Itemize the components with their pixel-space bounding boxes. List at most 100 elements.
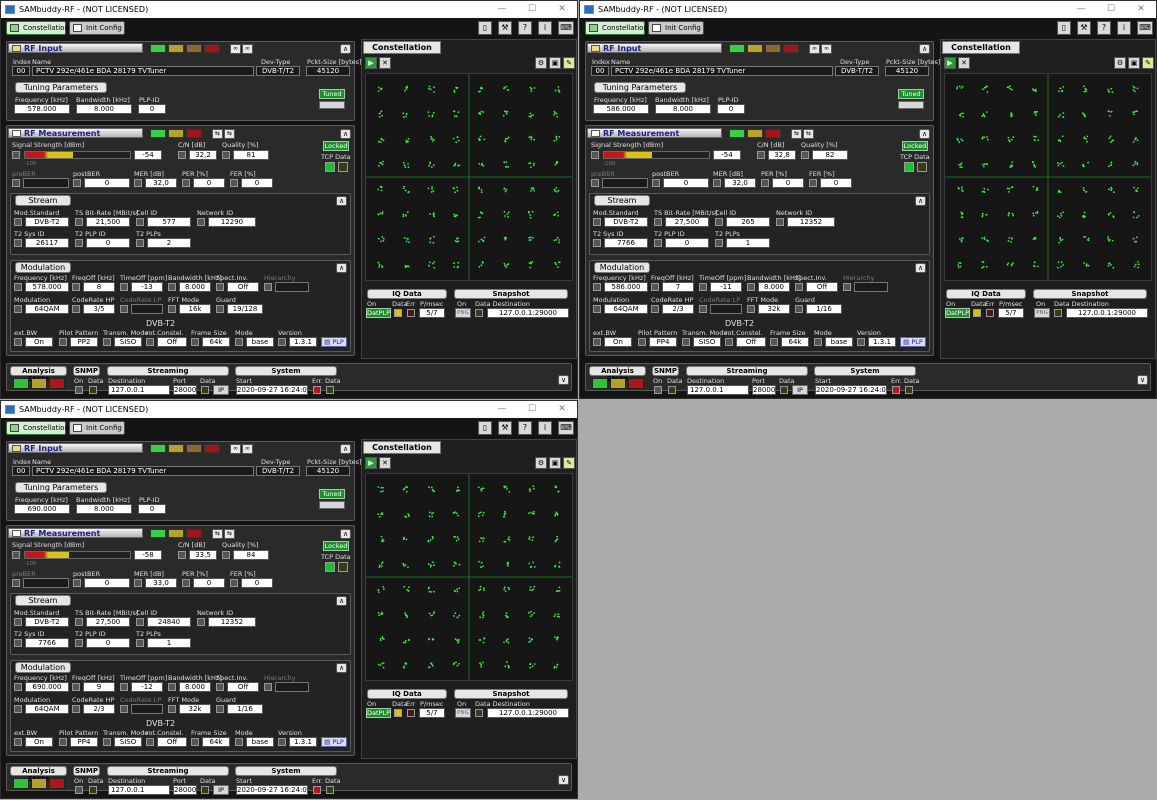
snmp-on-checkbox[interactable]	[75, 786, 83, 794]
specinv-checkbox[interactable]	[216, 683, 224, 691]
framesize-checkbox[interactable]	[191, 338, 199, 346]
rotconst-checkbox[interactable]	[146, 338, 154, 346]
tools-icon[interactable]: ⚒	[498, 21, 512, 35]
settings-icon[interactable]: ⚙	[1114, 57, 1126, 69]
keyboard-icon[interactable]: ⌨	[1137, 21, 1153, 35]
device-name-value[interactable]: PCTV 292e/461e BDA 28179 TVTuner	[32, 66, 254, 76]
keyboard-icon[interactable]: ⌨	[558, 21, 574, 35]
cellid-checkbox[interactable]	[136, 218, 144, 226]
collapse-icon[interactable]: ∧	[336, 663, 347, 673]
chain-icon[interactable]: ∞	[242, 44, 253, 54]
info-icon[interactable]: i	[1117, 21, 1131, 35]
index-value[interactable]: 00	[12, 66, 30, 76]
snmp-on-checkbox[interactable]	[654, 386, 662, 394]
tune-button[interactable]	[898, 101, 924, 109]
netid-checkbox[interactable]	[776, 218, 784, 226]
destination-value[interactable]: 127.0.0.1	[108, 385, 170, 395]
t2plp-checkbox[interactable]	[75, 639, 83, 647]
tuning-bandwidth-input[interactable]: 8.000	[76, 504, 132, 514]
collapse-icon[interactable]: ∧	[336, 596, 347, 606]
datplp-button[interactable]: DatPLP	[366, 308, 391, 318]
signal-checkbox[interactable]	[12, 151, 20, 159]
guard-checkbox[interactable]	[795, 305, 803, 313]
snmp-on-checkbox[interactable]	[75, 386, 83, 394]
keyboard-icon[interactable]: ⌨	[558, 421, 574, 435]
fft-checkbox[interactable]	[168, 305, 176, 313]
crhp-checkbox[interactable]	[72, 705, 80, 713]
tab-init-config[interactable]: Init Config	[648, 21, 704, 35]
signal-checkbox[interactable]	[12, 551, 20, 559]
fft-checkbox[interactable]	[747, 305, 755, 313]
tab-init-config[interactable]: Init Config	[69, 421, 125, 435]
settings-icon[interactable]: ⚙	[535, 57, 547, 69]
collapse-icon[interactable]: ∧	[340, 129, 351, 139]
hierarchy-checkbox[interactable]	[264, 683, 272, 691]
ip-button[interactable]: IP	[213, 385, 229, 395]
minimize-button[interactable]: —	[1066, 1, 1096, 18]
hierarchy-checkbox[interactable]	[264, 283, 272, 291]
per-checkbox[interactable]	[761, 179, 769, 187]
crhp-checkbox[interactable]	[651, 305, 659, 313]
hierarchy-checkbox[interactable]	[843, 283, 851, 291]
t2plp-checkbox[interactable]	[75, 239, 83, 247]
destination-value[interactable]: 127.0.0.1	[687, 385, 749, 395]
t2plps-checkbox[interactable]	[136, 239, 144, 247]
trans-checkbox[interactable]	[682, 338, 690, 346]
netid-checkbox[interactable]	[197, 618, 205, 626]
link-icon[interactable]: ∞	[230, 44, 241, 54]
collapse-icon[interactable]: ∧	[336, 263, 347, 273]
mode-checkbox[interactable]	[235, 738, 243, 746]
png-button[interactable]: PNG	[1034, 308, 1050, 318]
postber-checkbox[interactable]	[652, 179, 660, 187]
modulation-checkbox[interactable]	[14, 705, 22, 713]
tsrate-checkbox[interactable]	[75, 218, 83, 226]
tuning-frequency-input[interactable]: 690.000	[14, 504, 70, 514]
modstd-checkbox[interactable]	[593, 218, 601, 226]
plp-button[interactable]: ▤ PLP	[321, 337, 347, 347]
t2sys-checkbox[interactable]	[593, 239, 601, 247]
tune-button[interactable]	[319, 501, 345, 509]
help-icon[interactable]: ?	[518, 421, 532, 435]
export-icon[interactable]: ⇆	[791, 129, 802, 139]
ip-button[interactable]: IP	[792, 385, 808, 395]
minimize-button[interactable]: —	[487, 1, 517, 18]
cellid-checkbox[interactable]	[715, 218, 723, 226]
crlp-checkbox[interactable]	[699, 305, 707, 313]
version-checkbox[interactable]	[857, 338, 865, 346]
tuning-plp-input[interactable]: 0	[138, 104, 166, 114]
tsrate-checkbox[interactable]	[654, 218, 662, 226]
expand-icon[interactable]: ∨	[558, 375, 569, 385]
postber-checkbox[interactable]	[73, 179, 81, 187]
port-value[interactable]: 28000	[173, 385, 197, 395]
sync-icon[interactable]: ⇆	[224, 129, 235, 139]
preber-checkbox[interactable]	[12, 179, 20, 187]
info-icon[interactable]: i	[538, 421, 552, 435]
collapse-icon[interactable]: ∧	[919, 129, 930, 139]
plp-button[interactable]: ▤ PLP	[321, 737, 347, 747]
settings-icon[interactable]: ⚙	[535, 457, 547, 469]
destination-value[interactable]: 127.0.0.1	[108, 785, 170, 795]
timeoff-checkbox[interactable]	[120, 683, 128, 691]
t2plp-checkbox[interactable]	[654, 239, 662, 247]
quality-checkbox[interactable]	[222, 551, 230, 559]
help-icon[interactable]: ?	[1097, 21, 1111, 35]
signal-checkbox[interactable]	[591, 151, 599, 159]
cn-checkbox[interactable]	[178, 551, 186, 559]
mod-bw-checkbox[interactable]	[747, 283, 755, 291]
chain-icon[interactable]: ∞	[242, 444, 253, 454]
pilot-checkbox[interactable]	[59, 338, 67, 346]
t2plps-checkbox[interactable]	[136, 639, 144, 647]
tab-constellation[interactable]: Constellation	[6, 421, 69, 435]
chain-icon[interactable]: ∞	[821, 44, 832, 54]
zoom-icon[interactable]: ✎	[563, 457, 575, 469]
datplp-button[interactable]: DatPLP	[945, 308, 970, 318]
export-icon[interactable]: ⇆	[212, 129, 223, 139]
rotconst-checkbox[interactable]	[146, 738, 154, 746]
quality-checkbox[interactable]	[801, 151, 809, 159]
tuning-frequency-input[interactable]: 586.000	[593, 104, 649, 114]
document-icon[interactable]: ▯	[478, 21, 492, 35]
extbw-checkbox[interactable]	[14, 338, 22, 346]
specinv-checkbox[interactable]	[216, 283, 224, 291]
mer-checkbox[interactable]	[134, 179, 142, 187]
cn-checkbox[interactable]	[757, 151, 765, 159]
